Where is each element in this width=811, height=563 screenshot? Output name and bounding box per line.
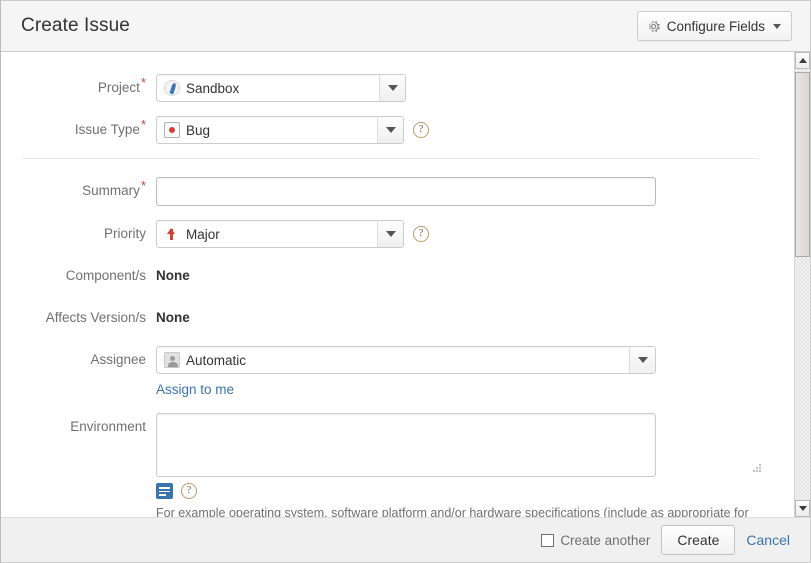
priority-value: Major <box>186 226 220 242</box>
resize-handle[interactable] <box>753 464 762 473</box>
create-button[interactable]: Create <box>661 525 736 555</box>
scroll-up-arrow-icon[interactable] <box>795 52 810 69</box>
environment-help-icon[interactable]: ? <box>181 483 197 499</box>
required-asterisk: * <box>140 116 146 132</box>
summary-input[interactable] <box>156 177 656 206</box>
dialog-header: Create Issue Configure Fields <box>1 1 810 52</box>
environment-hint: For example operating system, software p… <box>156 506 749 517</box>
priority-dropdown-arrow[interactable] <box>377 221 403 247</box>
field-row-affects-versions: Affects Version/s None <box>1 304 794 332</box>
assignee-select[interactable]: Automatic <box>156 346 656 374</box>
issue-type-label: Issue Type* <box>74 116 146 138</box>
create-another-checkbox-wrap[interactable]: Create another <box>541 533 650 548</box>
issue-type-help-icon[interactable]: ? <box>413 122 429 138</box>
summary-label: Summary* <box>82 177 146 199</box>
priority-label: Priority <box>103 226 146 241</box>
bug-icon <box>164 122 180 138</box>
form-scrollbar[interactable] <box>794 52 810 517</box>
scrollbar-thumb[interactable] <box>795 72 810 257</box>
environment-label: Environment <box>70 419 146 434</box>
required-asterisk: * <box>140 177 146 193</box>
project-rocket-icon <box>164 80 180 96</box>
priority-field: Major ? <box>156 220 429 248</box>
components-field: None <box>156 262 190 290</box>
project-field: Sandbox <box>156 74 406 102</box>
scroll-down-arrow-icon[interactable] <box>795 500 810 517</box>
assign-to-me-row: Assign to me <box>1 382 794 397</box>
assign-to-me-link[interactable]: Assign to me <box>156 382 234 397</box>
environment-textarea[interactable] <box>156 413 656 477</box>
environment-field: ? For example operating system, software… <box>156 413 766 517</box>
field-row-components: Component/s None <box>1 262 794 290</box>
page-title: Create Issue <box>21 15 130 36</box>
components-label: Component/s <box>65 268 146 283</box>
issue-type-select[interactable]: Bug <box>156 116 404 144</box>
assignee-field: Automatic <box>156 346 656 374</box>
priority-help-icon[interactable]: ? <box>413 226 429 242</box>
configure-fields-label: Configure Fields <box>666 18 765 34</box>
configure-fields-button[interactable]: Configure Fields <box>636 11 792 41</box>
form-divider <box>23 158 758 159</box>
field-row-issue-type: Issue Type* Bug ? <box>1 116 794 144</box>
project-label: Project* <box>97 74 146 96</box>
field-row-assignee: Assignee Automatic <box>1 346 794 374</box>
assignee-label: Assignee <box>90 352 146 367</box>
field-row-environment: Environment ? For example operating syst… <box>1 413 794 517</box>
field-row-summary: Summary* <box>1 177 794 206</box>
create-issue-form: Project* Sandbox Issue Type* Bug ? Summa… <box>1 52 794 517</box>
assignee-value: Automatic <box>186 352 247 368</box>
dialog-body: Project* Sandbox Issue Type* Bug ? Summa… <box>1 52 810 517</box>
create-issue-dialog: Create Issue Configure Fields Project* S… <box>0 0 811 563</box>
create-another-checkbox[interactable] <box>541 533 555 547</box>
field-row-project: Project* Sandbox <box>1 74 794 102</box>
gear-icon <box>646 19 661 34</box>
project-dropdown-arrow[interactable] <box>379 75 405 101</box>
issue-type-field: Bug ? <box>156 116 429 144</box>
priority-select[interactable]: Major <box>156 220 404 248</box>
priority-major-up-arrow-icon <box>164 226 180 242</box>
project-select[interactable]: Sandbox <box>156 74 406 102</box>
cancel-link[interactable]: Cancel <box>746 532 790 548</box>
assign-to-me-field: Assign to me <box>156 382 234 397</box>
affects-versions-label: Affects Version/s <box>45 310 146 325</box>
project-value: Sandbox <box>186 80 240 96</box>
issue-type-value: Bug <box>186 122 211 138</box>
create-another-label: Create another <box>560 532 651 548</box>
issue-type-dropdown-arrow[interactable] <box>377 117 403 143</box>
affects-versions-field: None <box>156 304 190 332</box>
field-row-priority: Priority Major ? <box>1 220 794 248</box>
components-value: None <box>156 268 190 283</box>
summary-field <box>156 177 656 206</box>
required-asterisk: * <box>140 74 146 90</box>
chevron-down-icon <box>773 23 781 29</box>
dialog-footer: Create another Create Cancel <box>1 517 810 562</box>
environment-textarea-wrap <box>156 413 766 477</box>
assignee-dropdown-arrow[interactable] <box>629 347 655 373</box>
user-avatar-icon <box>164 352 180 368</box>
affects-versions-value: None <box>156 310 190 325</box>
environment-editor-tools: ? <box>156 483 766 499</box>
wiki-markup-icon[interactable] <box>156 483 173 499</box>
